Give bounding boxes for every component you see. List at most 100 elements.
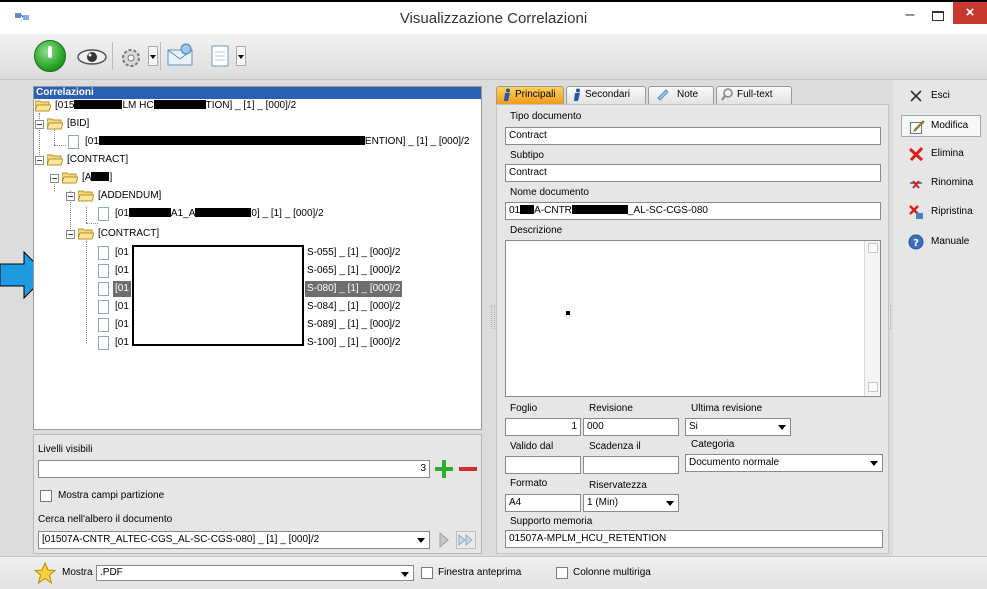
chevron-down-icon[interactable]: [663, 496, 677, 510]
action-buttons: Esci Modifica Elimina Rinomina Ripristin…: [893, 80, 987, 556]
tree-expander[interactable]: [66, 230, 75, 239]
redaction-bar: [74, 99, 123, 109]
descrizione-textarea[interactable]: [505, 240, 881, 397]
minus-icon[interactable]: [458, 459, 478, 479]
tree-node-addendum-doc[interactable]: [01 A1_A 0] _ [1] _ [000]/2: [98, 206, 326, 222]
tree-node-contract-doc-suffix[interactable]: S-065] _ [1] _ [000]/2: [305, 263, 402, 279]
chevron-down-icon[interactable]: [414, 533, 428, 547]
chevron-down-icon[interactable]: [398, 567, 412, 579]
mostra-select[interactable]: .PDF: [96, 565, 414, 581]
tree-node-contract-doc-suffix[interactable]: S-055] _ [1] _ [000]/2: [305, 245, 402, 261]
document-icon[interactable]: [208, 40, 232, 72]
mostra-partizione-checkbox[interactable]: [40, 490, 52, 502]
gear-icon[interactable]: [120, 40, 142, 72]
tree-node-text: S-080] _ [1] _ [000]/2: [305, 281, 403, 297]
tree-node-text: [01: [115, 319, 129, 330]
formato-label: Formato: [510, 478, 548, 489]
document-dropdown-chevron-icon[interactable]: [236, 46, 246, 66]
close-button[interactable]: ×: [953, 2, 987, 24]
revisione-field[interactable]: 000: [583, 418, 679, 436]
supporto-memoria-field[interactable]: 01507A-MPLM_HCU_RETENTION: [505, 530, 883, 548]
search-icon: [721, 88, 733, 101]
tab-principali[interactable]: Principali: [496, 86, 564, 104]
rinomina-button[interactable]: Rinomina: [901, 172, 981, 194]
valido-dal-field[interactable]: [505, 456, 581, 474]
elimina-button[interactable]: Elimina: [901, 143, 981, 165]
tree-node-contract-doc-selected[interactable]: [01: [98, 281, 131, 297]
subtipo-label: Subtipo: [510, 150, 544, 161]
tipo-documento-label: Tipo documento: [510, 111, 582, 122]
folder-open-icon: [47, 154, 63, 166]
tree-node-contract-doc-suffix-selected[interactable]: S-080] _ [1] _ [000]/2: [305, 281, 403, 297]
tree-node-a[interactable]: [A]: [62, 170, 114, 186]
nome-documento-field[interactable]: 01 A-CNTR _AL-SC-CGS-080: [505, 202, 881, 220]
tree-node-contract-doc-suffix[interactable]: S-100] _ [1] _ [000]/2: [305, 335, 402, 351]
modifica-button[interactable]: Modifica: [901, 115, 981, 137]
tab-secondari[interactable]: Secondari: [566, 86, 646, 104]
chevron-down-icon[interactable]: [775, 420, 789, 434]
scadenza-label: Scadenza il: [589, 441, 641, 452]
tree-node-root[interactable]: [015 LM HC TION] _ [1] _ [000]/2: [35, 98, 298, 114]
scroll-down-icon[interactable]: [868, 382, 878, 392]
tree-node-contract-doc-suffix[interactable]: S-084] _ [1] _ [000]/2: [305, 299, 402, 315]
gear-dropdown-chevron-icon[interactable]: [148, 46, 158, 66]
star-icon[interactable]: [34, 562, 56, 584]
info-icon: [504, 88, 510, 101]
refresh-icon[interactable]: [34, 40, 66, 72]
tree-node-contract-sub[interactable]: [CONTRACT]: [78, 226, 161, 242]
cerca-select[interactable]: [01507A-CNTR_ALTEC-CGS_AL-SC-CGS-080] _ …: [38, 531, 430, 549]
mostra-value: .PDF: [100, 567, 123, 578]
categoria-select[interactable]: Documento normale: [685, 454, 883, 472]
tree-node-contract-doc[interactable]: [01: [98, 335, 131, 351]
find-next-icon[interactable]: [436, 531, 452, 549]
document-file-icon: [68, 135, 79, 149]
tree-node-bid[interactable]: [BID]: [47, 116, 91, 132]
tree-node-contract-doc[interactable]: [01: [98, 317, 131, 333]
livelli-input[interactable]: 3: [38, 460, 430, 478]
tree-expander[interactable]: [35, 120, 44, 129]
esci-button[interactable]: Esci: [901, 85, 981, 107]
redaction-bar: [195, 207, 252, 217]
scadenza-field[interactable]: [583, 456, 679, 474]
chevron-down-icon[interactable]: [867, 456, 881, 470]
mail-icon[interactable]: [164, 40, 196, 72]
tree-expander[interactable]: [50, 174, 59, 183]
maximize-button[interactable]: [925, 6, 951, 28]
tree-expander[interactable]: [35, 156, 44, 165]
tab-full-text[interactable]: Full-text: [716, 86, 792, 104]
tree-node-text: [BID]: [67, 118, 90, 129]
ultima-revisione-label: Ultima revisione: [691, 403, 763, 414]
plus-icon[interactable]: [434, 459, 454, 479]
finestra-anteprima-checkbox[interactable]: [421, 567, 433, 579]
tab-note[interactable]: Note: [648, 86, 714, 104]
subtipo-field[interactable]: Contract: [505, 164, 881, 182]
folder-open-icon: [35, 100, 51, 112]
resize-grip[interactable]: [491, 305, 495, 329]
livelli-label: Livelli visibili: [38, 444, 93, 455]
tipo-documento-field[interactable]: Contract: [505, 127, 881, 145]
minimize-button[interactable]: –: [897, 6, 923, 28]
descrizione-scrollbar[interactable]: [864, 241, 880, 396]
colonne-multiriga-checkbox[interactable]: [556, 567, 568, 579]
tree-node-contract-doc[interactable]: [01: [98, 263, 131, 279]
scroll-up-icon[interactable]: [868, 243, 878, 253]
tree-expander[interactable]: [66, 192, 75, 201]
document-file-icon: [98, 264, 109, 278]
foglio-field[interactable]: 1: [505, 418, 581, 436]
tree-node-contract-doc[interactable]: [01: [98, 299, 131, 315]
tree-node-addendum[interactable]: [ADDENDUM]: [78, 188, 163, 204]
tree-node-contract-doc-suffix[interactable]: S-089] _ [1] _ [000]/2: [305, 317, 402, 333]
esci-label: Esci: [931, 90, 950, 101]
tree-node-text: 0] _ [1] _ [000]/2: [251, 208, 324, 219]
tree-node-contract[interactable]: [CONTRACT]: [47, 152, 130, 168]
eye-icon[interactable]: [76, 40, 108, 72]
find-all-icon[interactable]: [456, 531, 476, 549]
manuale-button[interactable]: ? Manuale: [901, 231, 981, 253]
formato-field[interactable]: A4: [505, 494, 581, 512]
riservatezza-select[interactable]: 1 (Min): [583, 494, 679, 512]
ripristina-button[interactable]: Ripristina: [901, 201, 981, 223]
tree-node-bid-doc[interactable]: [01 ENTION] _ [1] _ [000]/2: [68, 134, 471, 150]
ripristina-label: Ripristina: [931, 206, 973, 217]
ultima-revisione-select[interactable]: Si: [685, 418, 791, 436]
tree-node-contract-doc[interactable]: [01: [98, 245, 131, 261]
